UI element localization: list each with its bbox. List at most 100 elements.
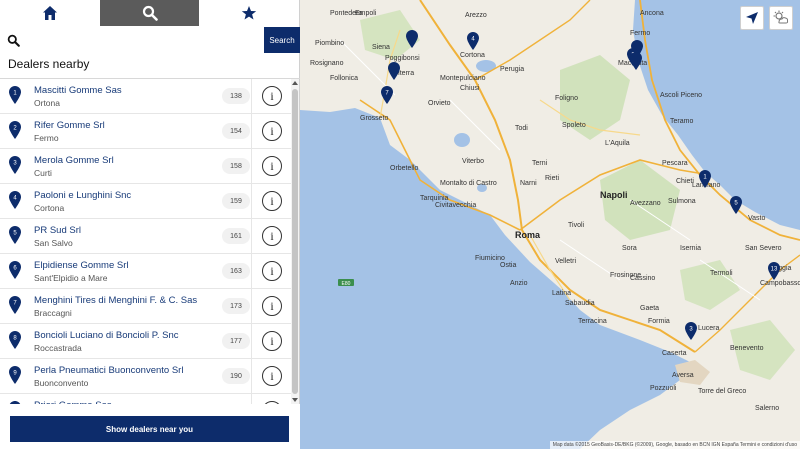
map-place-label: Tivoli [568,222,585,229]
map-place-label: Montalto di Castro [440,180,497,187]
distance-badge: 158 [222,158,250,174]
search-icon [142,5,158,21]
tab-search[interactable] [99,0,200,26]
map-place-label: Torre del Greco [698,388,747,395]
show-dealers-near-you-button[interactable]: Show dealers near you [10,416,289,442]
dealer-list-item[interactable]: 3 Merola Gomme Srl Curti 158 i [0,149,291,184]
tab-favorites[interactable] [199,0,300,26]
column-divider [251,114,252,149]
scroll-down-arrow-icon[interactable] [291,396,299,404]
weather-button[interactable] [769,6,793,30]
my-location-button[interactable] [740,6,764,30]
info-button[interactable]: i [262,156,282,176]
home-icon [42,6,57,20]
dealer-name[interactable]: PR Sud Srl [34,225,81,236]
search-input[interactable] [26,28,264,52]
info-button[interactable]: i [262,226,282,246]
dealer-city: Buonconvento [34,378,89,388]
dealer-name[interactable]: Rifer Gomme Srl [34,120,105,131]
map-marker[interactable] [630,52,642,75]
column-divider [251,254,252,289]
map-pin-icon: 7 [9,296,21,314]
map-place-label: Fermo [630,30,651,37]
map-pin-icon: 13 [768,262,780,280]
dealer-name[interactable]: Menghini Tires di Menghini F. & C. Sas [34,295,197,306]
scroll-up-arrow-icon[interactable] [291,79,299,87]
map-place-label: Montepulciano [440,75,486,82]
dealer-list-item[interactable]: 5 PR Sud Srl San Salvo 161 i [0,219,291,254]
dealer-city: Fermo [34,133,59,143]
search-bar: Search [0,27,300,53]
info-button[interactable]: i [262,261,282,281]
map-marker[interactable]: 4 [467,32,479,55]
column-divider [251,219,252,254]
map-place-label: Ancona [640,10,664,17]
dealer-name[interactable]: Boncioli Luciano di Boncioli P. Snc [34,330,179,341]
map-marker[interactable]: 5 [730,196,742,219]
map-place-label: Tarquinia [420,195,449,202]
dealer-name[interactable]: Elpidiense Gomme Srl [34,260,129,271]
dealer-name[interactable]: Paoloni e Lunghini Snc [34,190,131,201]
map-place-label: Pozzuoli [650,385,677,392]
map-pin-icon: 3 [9,156,21,174]
info-button[interactable]: i [262,121,282,141]
map-place-label: Follonica [330,75,359,82]
dealer-list-item[interactable]: 4 Paoloni e Lunghini Snc Cortona 159 i [0,184,291,219]
weather-sun-cloud-icon [773,10,789,24]
location-arrow-icon [746,12,758,24]
info-button[interactable]: i [262,191,282,211]
dealer-name[interactable]: Merola Gomme Srl [34,155,114,166]
map-place-label: Perugia [500,66,525,73]
dealer-list-item[interactable]: 1 Mascitti Gomme Sas Ortona 138 i [0,79,291,114]
dealer-list-item[interactable]: 9 Perla Pneumatici Buonconvento Srl Buonco… [0,359,291,394]
map-place-label: Teramo [670,118,694,125]
dealer-name[interactable]: Perla Pneumatici Buonconvento Srl [34,365,183,376]
dealer-list: 1 Mascitti Gomme Sas Ortona 138 i 2 Rifer Gomm… [0,79,291,404]
map-place-label: Rosignano [310,60,344,67]
map-pin-icon: 3 [685,322,697,340]
map-marker[interactable]: 1 [699,170,711,193]
map-pin-icon: 4 [467,32,479,50]
map-place-label: Viterbo [462,158,485,165]
map-place-label: Poggibonsi [385,55,420,62]
info-button[interactable]: i [262,86,282,106]
map-place-label: Fiumicino [475,255,505,262]
map-place-label: Isernia [680,245,702,252]
dealer-name[interactable]: Mascitti Gomme Sas [34,85,122,96]
map-place-label: Sulmona [668,198,696,205]
dealer-list-item[interactable]: 7 Menghini Tires di Menghini F. & C. Sas B… [0,289,291,324]
info-button[interactable]: i [262,331,282,351]
map-place-label: Foligno [555,95,578,102]
map-marker[interactable]: 3 [685,322,697,345]
map-marker[interactable] [388,62,400,85]
map-marker[interactable] [406,30,418,53]
scroll-thumb[interactable] [292,89,298,394]
map-place-label: Empoli [355,10,377,17]
dealer-list-item[interactable]: 2 Rifer Gomme Srl Fermo 154 i [0,114,291,149]
map-marker[interactable]: 7 [381,86,393,109]
info-button[interactable]: i [262,366,282,386]
map-marker[interactable]: 13 [768,262,780,285]
dealer-list-item[interactable]: 6 Elpidiense Gomme Srl Sant'Elpidio a Mare… [0,254,291,289]
dealer-list-item[interactable]: 8 Boncioli Luciano di Boncioli P. Snc Rocc… [0,324,291,359]
info-button[interactable]: i [262,296,282,316]
tab-home[interactable] [0,0,100,26]
sidebar: Search Dealers nearby 1 Mascitti Gomme Sa… [0,0,300,449]
map-place-label: Lucera [698,325,720,332]
search-button[interactable]: Search [264,27,300,53]
map-place-label: Roma [515,230,541,240]
scrollbar[interactable] [291,79,299,404]
map-pin-icon: 6 [9,261,21,279]
map-place-label: Vasto [748,215,766,222]
map-place-label: Velletri [555,258,577,265]
column-divider [251,289,252,324]
map-place-label: Todi [515,125,528,132]
map-place-label: Civitavecchia [435,202,477,209]
map-place-label: Grosseto [360,115,389,122]
map-place-label: Siena [372,44,390,51]
map-place-label: San Severo [745,245,782,252]
dealer-list-item[interactable]: 10Priori Gomme Sasi [0,394,291,404]
map[interactable]: E80 Arezzo Siena Cortona Perugia Grosseto Orv… [300,0,800,449]
map-place-label: Ascoli Piceno [660,92,703,99]
distance-badge: 159 [222,193,250,209]
